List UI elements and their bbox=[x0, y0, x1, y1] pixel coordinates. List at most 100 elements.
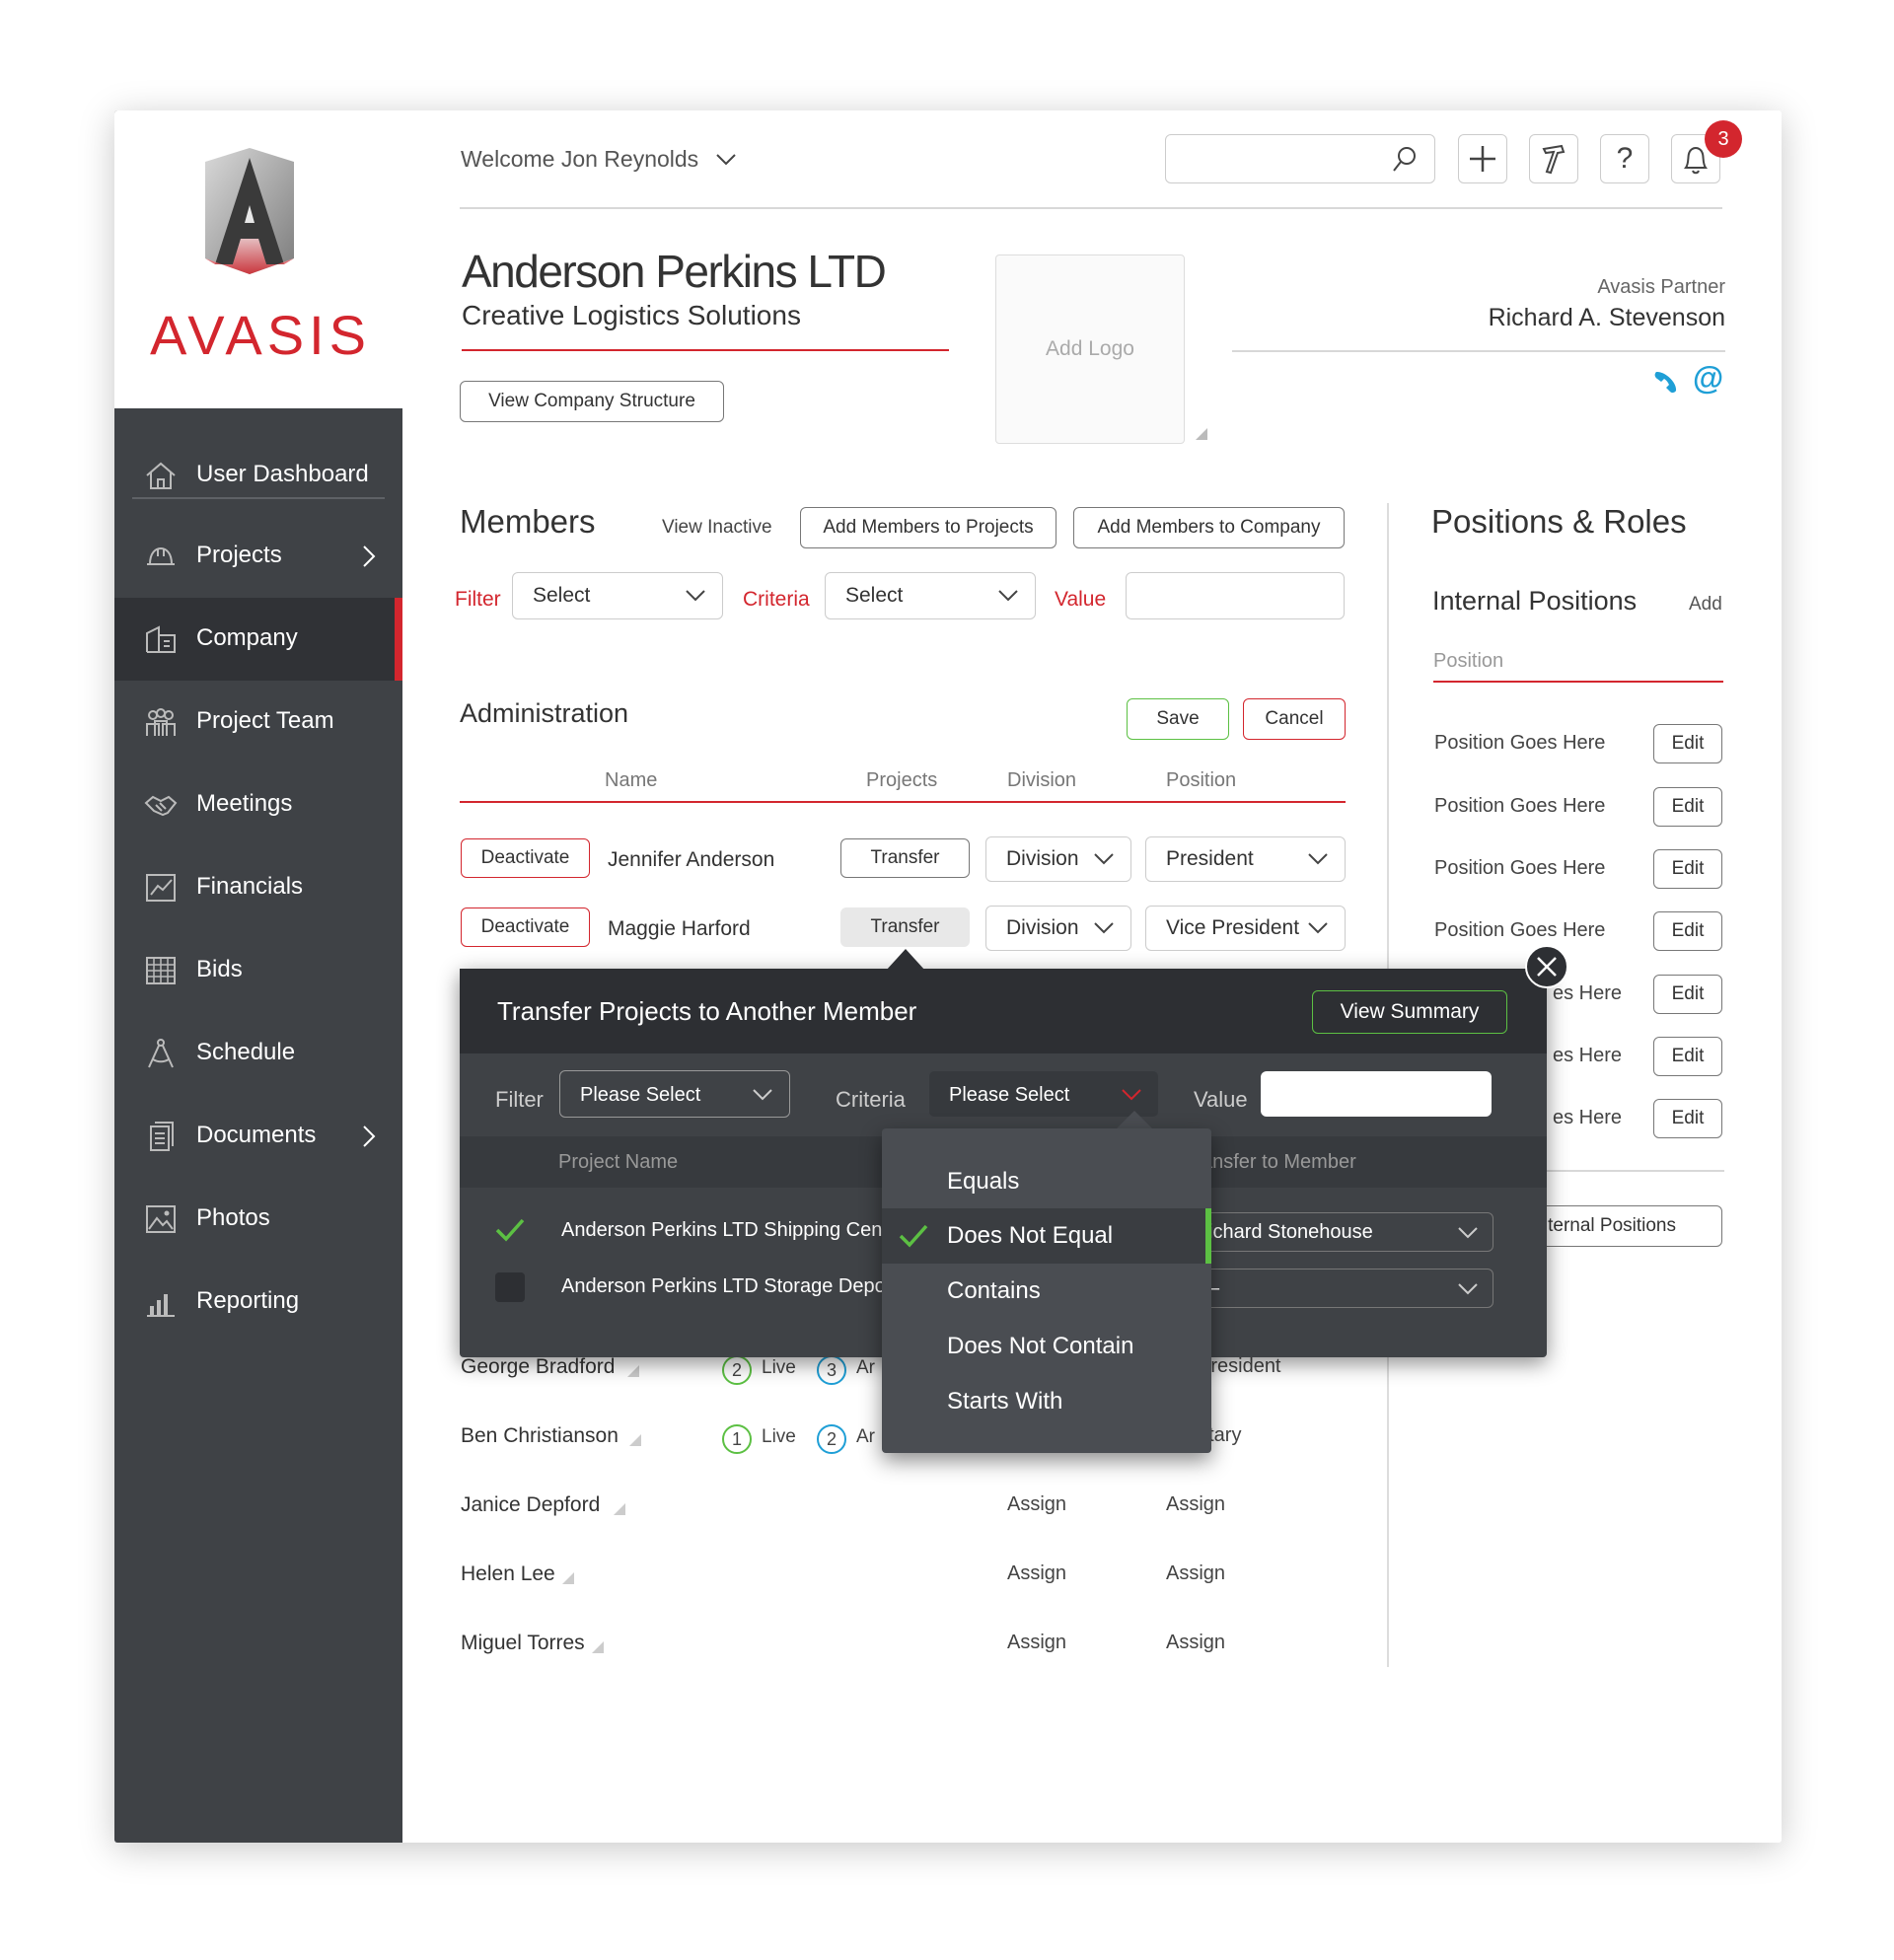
modal-filter-select[interactable]: Please Select bbox=[559, 1070, 790, 1118]
project-name: Anderson Perkins LTD Shipping Cen bbox=[561, 1219, 883, 1241]
sidebar-divider bbox=[132, 497, 385, 499]
transfer-button[interactable]: Transfer bbox=[840, 838, 970, 878]
column-name: Name bbox=[605, 769, 658, 791]
criteria-select[interactable]: Select bbox=[825, 572, 1036, 619]
assign-position-link[interactable]: Assign bbox=[1166, 1632, 1225, 1654]
position-select[interactable]: President bbox=[1145, 836, 1346, 882]
add-members-to-projects-button[interactable]: Add Members to Projects bbox=[800, 507, 1056, 548]
members-title: Members bbox=[460, 503, 596, 540]
sidebar-item-reporting[interactable]: Reporting bbox=[114, 1261, 402, 1343]
member-name[interactable]: Helen Lee bbox=[461, 1562, 555, 1586]
transfer-button-active[interactable]: Transfer bbox=[840, 907, 970, 947]
assign-division-link[interactable]: Assign bbox=[1007, 1493, 1066, 1516]
sidebar-item-label: User Dashboard bbox=[196, 461, 369, 487]
chart-icon bbox=[146, 874, 176, 902]
company-icon bbox=[146, 625, 176, 653]
assign-position-link[interactable]: Assign bbox=[1166, 1493, 1225, 1516]
add-logo-box[interactable]: Add Logo bbox=[995, 254, 1185, 444]
sidebar-item-user-dashboard[interactable]: User Dashboard bbox=[114, 434, 402, 517]
partner-label: Avasis Partner bbox=[1597, 276, 1725, 298]
expand-icon[interactable] bbox=[592, 1641, 604, 1653]
close-modal-button[interactable] bbox=[1525, 945, 1568, 988]
view-summary-button[interactable]: View Summary bbox=[1312, 990, 1507, 1034]
member-name[interactable]: George Bradford bbox=[461, 1355, 615, 1379]
sidebar-item-financials[interactable]: Financials bbox=[114, 846, 402, 929]
sidebar-item-bids[interactable]: Bids bbox=[114, 929, 402, 1012]
welcome-menu[interactable]: Welcome Jon Reynolds bbox=[461, 146, 737, 173]
dropdown-option-does-not-equal[interactable]: Does Not Equal bbox=[882, 1208, 1211, 1264]
tools-button[interactable] bbox=[1529, 134, 1578, 183]
chevron-down-icon bbox=[1308, 922, 1328, 934]
division-select[interactable]: Division bbox=[985, 906, 1131, 951]
help-button[interactable]: ? bbox=[1600, 134, 1649, 183]
transfer-member-select[interactable]: ichard Stonehouse bbox=[1202, 1212, 1493, 1252]
assign-position-link[interactable]: Assign bbox=[1166, 1562, 1225, 1585]
edit-position-button[interactable]: Edit bbox=[1653, 911, 1722, 951]
value-input[interactable] bbox=[1126, 572, 1345, 619]
member-name: Maggie Harford bbox=[608, 917, 751, 940]
photo-icon bbox=[146, 1205, 176, 1233]
cancel-button[interactable]: Cancel bbox=[1243, 698, 1346, 740]
row-checkbox[interactable] bbox=[495, 1272, 525, 1302]
sidebar-item-label: Reporting bbox=[196, 1287, 300, 1314]
sidebar-item-label: Documents bbox=[196, 1122, 317, 1148]
expand-icon[interactable] bbox=[627, 1365, 639, 1377]
active-indicator bbox=[395, 598, 402, 681]
member-name[interactable]: Ben Christianson bbox=[461, 1424, 619, 1448]
email-icon[interactable]: @ bbox=[1693, 360, 1723, 397]
dropdown-option-equals[interactable]: Equals bbox=[882, 1154, 1211, 1209]
assign-division-link[interactable]: Assign bbox=[1007, 1562, 1066, 1585]
edit-position-button[interactable]: Edit bbox=[1653, 975, 1722, 1014]
chevron-down-icon bbox=[1458, 1283, 1478, 1295]
sidebar-item-projects[interactable]: Projects bbox=[114, 515, 402, 598]
edit-position-button[interactable]: Edit bbox=[1653, 787, 1722, 827]
dropdown-option-contains[interactable]: Contains bbox=[882, 1264, 1211, 1319]
edit-position-button[interactable]: Edit bbox=[1653, 1037, 1722, 1076]
edit-position-button[interactable]: Edit bbox=[1653, 849, 1722, 889]
add-position-link[interactable]: Add bbox=[1689, 594, 1722, 616]
member-name[interactable]: Janice Depford bbox=[461, 1493, 600, 1517]
edit-position-button[interactable]: Edit bbox=[1653, 1099, 1722, 1138]
modal-value-input[interactable] bbox=[1261, 1071, 1492, 1117]
member-name[interactable]: Miguel Torres bbox=[461, 1632, 585, 1655]
deactivate-button[interactable]: Deactivate bbox=[461, 907, 590, 947]
add-members-to-company-button[interactable]: Add Members to Company bbox=[1073, 507, 1345, 548]
view-inactive-link[interactable]: View Inactive bbox=[662, 517, 772, 539]
sidebar-item-project-team[interactable]: Project Team bbox=[114, 681, 402, 763]
handshake-icon bbox=[144, 795, 178, 817]
expand-icon[interactable] bbox=[562, 1572, 574, 1584]
sidebar-item-photos[interactable]: Photos bbox=[114, 1178, 402, 1261]
sidebar-item-meetings[interactable]: Meetings bbox=[114, 763, 402, 846]
value-label: Value bbox=[1055, 588, 1107, 611]
save-button[interactable]: Save bbox=[1127, 698, 1229, 740]
search-input[interactable] bbox=[1165, 134, 1435, 183]
team-icon bbox=[146, 708, 176, 736]
positions-bottom-divider bbox=[1535, 1170, 1724, 1172]
division-select[interactable]: Division bbox=[985, 836, 1131, 882]
column-projects: Projects bbox=[866, 769, 938, 791]
house-icon bbox=[146, 462, 176, 489]
sidebar-item-label: Project Team bbox=[196, 707, 334, 734]
position-item: es Here bbox=[1553, 1045, 1623, 1066]
dropdown-option-starts-with[interactable]: Starts With bbox=[882, 1374, 1211, 1429]
edit-position-button[interactable]: Edit bbox=[1653, 724, 1722, 763]
filter-select[interactable]: Select bbox=[512, 572, 723, 619]
sidebar-item-documents[interactable]: Documents bbox=[114, 1095, 402, 1178]
view-company-structure-button[interactable]: View Company Structure bbox=[460, 381, 724, 422]
expand-icon[interactable] bbox=[629, 1434, 641, 1446]
transfer-member-select[interactable]: – bbox=[1202, 1269, 1493, 1308]
phone-icon[interactable] bbox=[1651, 367, 1681, 397]
live-label: Live bbox=[762, 1357, 796, 1378]
chevron-down-icon bbox=[686, 590, 705, 602]
expand-icon[interactable] bbox=[614, 1503, 625, 1515]
position-select[interactable]: Vice President bbox=[1145, 906, 1346, 951]
check-icon[interactable] bbox=[493, 1215, 527, 1245]
partner-name: Richard A. Stevenson bbox=[1488, 304, 1725, 331]
column-transfer-to-member: ansfer to Member bbox=[1202, 1151, 1356, 1173]
sidebar-item-schedule[interactable]: Schedule bbox=[114, 1012, 402, 1095]
sidebar-item-company[interactable]: Company bbox=[114, 598, 402, 681]
assign-division-link[interactable]: Assign bbox=[1007, 1632, 1066, 1654]
dropdown-option-does-not-contain[interactable]: Does Not Contain bbox=[882, 1319, 1211, 1374]
add-button[interactable] bbox=[1458, 134, 1507, 183]
deactivate-button[interactable]: Deactivate bbox=[461, 838, 590, 878]
